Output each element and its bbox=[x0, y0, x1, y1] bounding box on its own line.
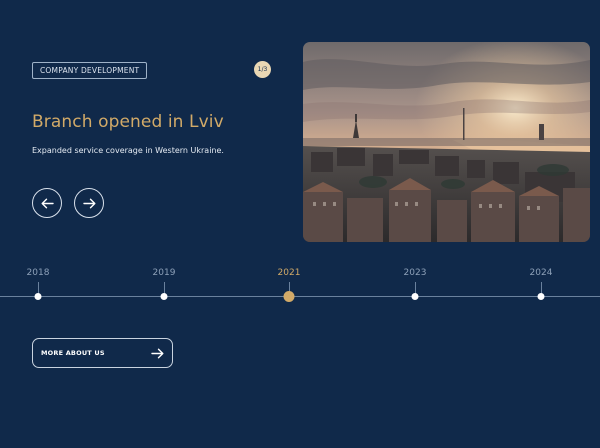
timeline-dot-2023[interactable] bbox=[411, 293, 419, 300]
timeline-dot-2024[interactable] bbox=[537, 293, 545, 300]
timeline-track bbox=[0, 296, 600, 297]
timeline-year-2019[interactable]: 2019 bbox=[153, 268, 176, 278]
timeline-year-2024[interactable]: 2024 bbox=[530, 268, 553, 278]
arrow-right-icon bbox=[82, 198, 95, 208]
arrow-left-icon bbox=[41, 198, 54, 208]
more-about-us-button[interactable]: MORE ABOUT US bbox=[32, 338, 173, 368]
timeline-dot-2021-active[interactable] bbox=[283, 291, 295, 302]
next-slide-button[interactable] bbox=[74, 188, 104, 218]
previous-slide-button[interactable] bbox=[32, 188, 62, 218]
slide-description: Expanded service coverage in Western Ukr… bbox=[32, 146, 224, 155]
timeline-year-2018[interactable]: 2018 bbox=[27, 268, 50, 278]
category-tag: COMPANY DEVELOPMENT bbox=[32, 62, 148, 79]
arrow-right-icon bbox=[151, 348, 164, 358]
timeline-year-2023[interactable]: 2023 bbox=[404, 268, 427, 278]
slide-headline: Branch opened in Lviv bbox=[32, 112, 224, 132]
more-about-us-label: MORE ABOUT US bbox=[41, 349, 105, 357]
city-skyline-photo bbox=[303, 42, 590, 242]
timeline-dot-2018[interactable] bbox=[34, 293, 42, 300]
timeline-year-2021[interactable]: 2021 bbox=[278, 268, 301, 278]
slide-counter-badge: 1/3 bbox=[254, 61, 271, 78]
timeline-dot-2019[interactable] bbox=[160, 293, 168, 300]
